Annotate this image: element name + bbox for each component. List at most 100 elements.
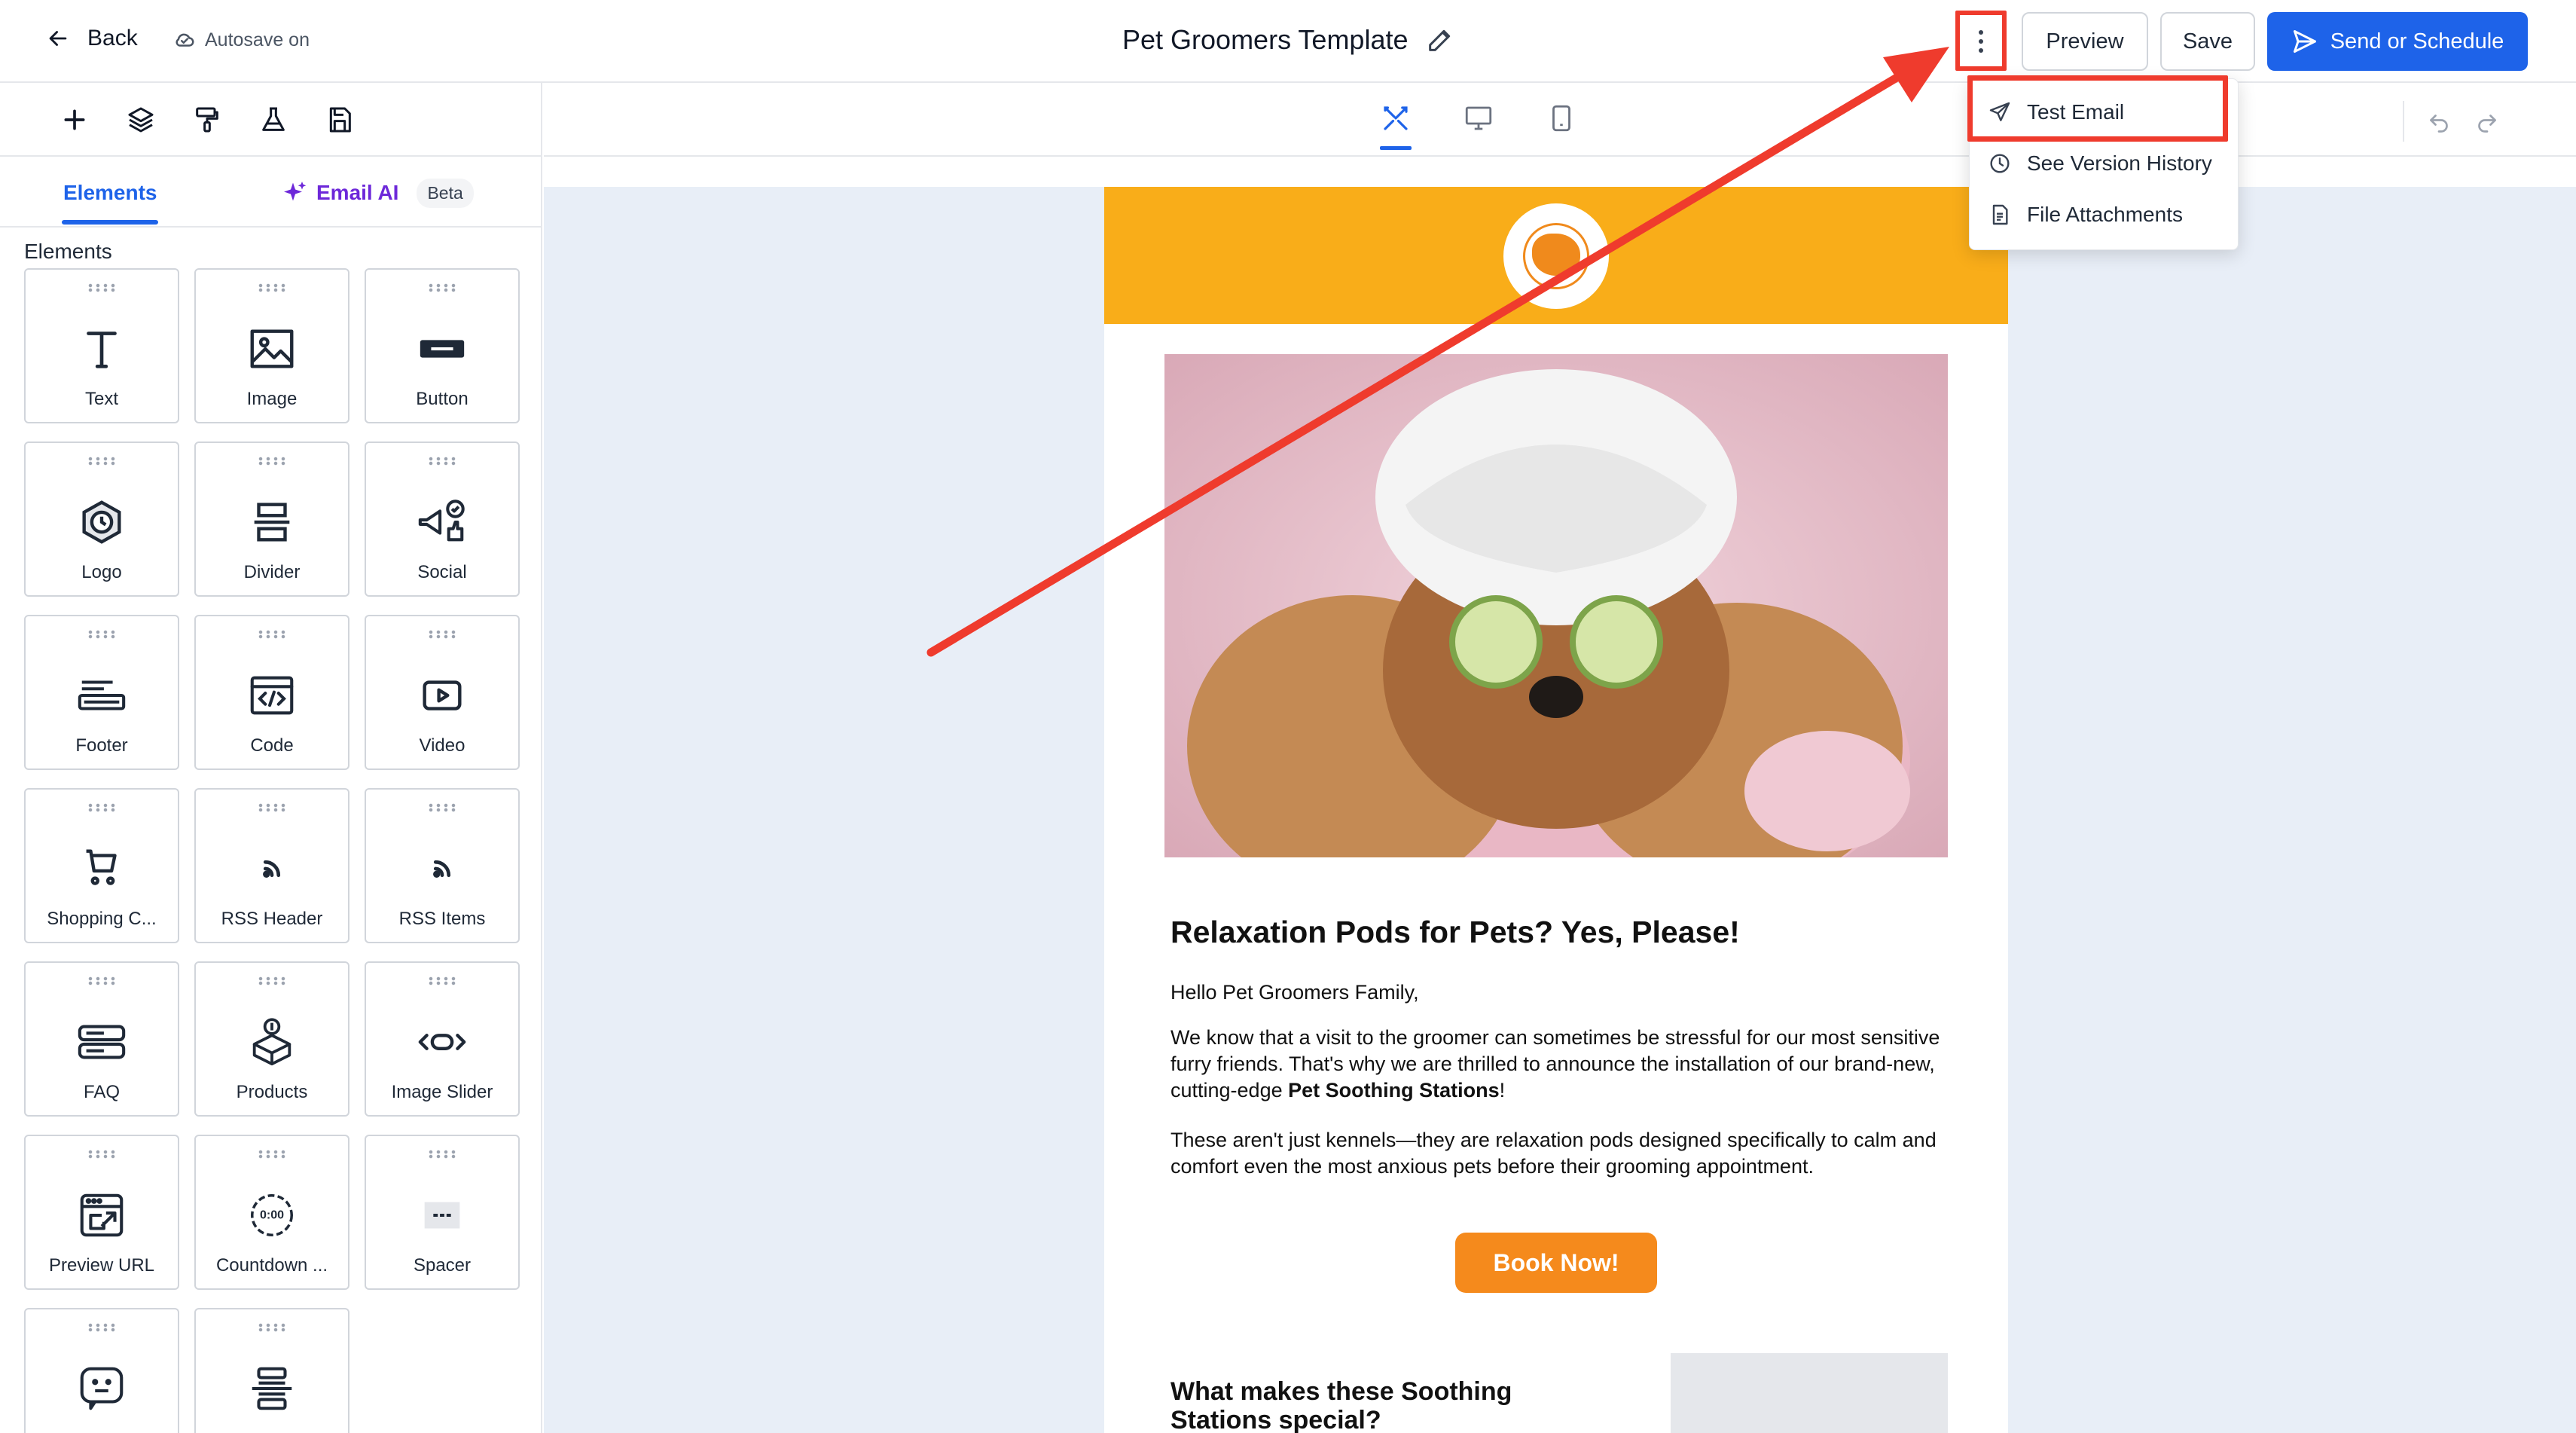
drag-handle-icon[interactable] xyxy=(257,630,287,639)
preview-button[interactable]: Preview xyxy=(2022,12,2148,71)
save-button[interactable]: Save xyxy=(2160,12,2255,71)
tab-elements[interactable]: Elements xyxy=(63,158,157,228)
email-greeting: Hello Pet Groomers Family, xyxy=(1170,981,1419,1004)
drag-handle-icon[interactable] xyxy=(427,803,457,812)
element-card-logo[interactable]: Logo xyxy=(24,442,179,597)
rss-icon xyxy=(240,842,304,895)
drag-handle-icon[interactable] xyxy=(87,1150,117,1159)
sidebar-toolbar xyxy=(0,83,541,157)
autosave-status: Autosave on xyxy=(173,29,310,51)
element-card-video[interactable]: Video xyxy=(365,615,520,770)
countdown-icon: 0:00 xyxy=(240,1189,304,1242)
element-card-social[interactable]: Social xyxy=(365,442,520,597)
element-label: Logo xyxy=(81,562,122,582)
element-label: Button xyxy=(416,389,469,409)
drag-handle-icon[interactable] xyxy=(427,630,457,639)
spacer-icon xyxy=(410,1189,475,1242)
social-icon xyxy=(410,496,475,548)
element-card-countdown[interactable]: 0:00 Countdown ... xyxy=(194,1135,349,1290)
send-label: Send or Schedule xyxy=(2330,29,2504,53)
redo-icon[interactable] xyxy=(2474,108,2501,135)
element-card-image[interactable]: Image xyxy=(194,268,349,423)
send-icon xyxy=(2293,30,2316,53)
history-icon xyxy=(1990,154,2010,173)
layers-icon[interactable] xyxy=(124,102,158,137)
drag-handle-icon[interactable] xyxy=(427,1150,457,1159)
send-or-schedule-button[interactable]: Send or Schedule xyxy=(2267,12,2528,71)
canvas-toolbar xyxy=(544,83,2576,157)
drag-handle-icon[interactable] xyxy=(257,283,287,292)
element-label: Spacer xyxy=(413,1255,472,1276)
book-now-button[interactable]: Book Now! xyxy=(1455,1233,1657,1293)
element-card-chat[interactable] xyxy=(24,1308,179,1433)
drag-handle-icon[interactable] xyxy=(257,1323,287,1332)
drag-handle-icon[interactable] xyxy=(87,1323,117,1332)
email-ai-label: Email AI xyxy=(316,181,399,204)
menu-item-file-attachments[interactable]: File Attachments xyxy=(1988,203,2183,227)
divider-icon xyxy=(240,496,304,548)
email-header-banner[interactable] xyxy=(1104,187,2008,324)
element-card-image-slider[interactable]: Image Slider xyxy=(365,961,520,1117)
secondary-image[interactable] xyxy=(1671,1353,1948,1433)
add-icon[interactable] xyxy=(57,102,92,137)
element-card-divider[interactable]: Divider xyxy=(194,442,349,597)
desktop-icon[interactable] xyxy=(1463,102,1497,137)
element-card-text[interactable]: Text xyxy=(24,268,179,423)
edit-tools-icon[interactable] xyxy=(1380,102,1415,137)
active-tab-indicator xyxy=(62,220,158,225)
arrow-left-icon xyxy=(49,31,67,46)
element-card-rss-header[interactable]: RSS Header xyxy=(194,788,349,943)
back-button[interactable]: Back xyxy=(45,26,138,51)
flask-icon[interactable] xyxy=(256,102,291,137)
top-bar: Back Autosave on Pet Groomers Template P… xyxy=(0,0,2576,83)
element-label: Countdown ... xyxy=(215,1255,328,1276)
element-card-shopping-cart[interactable]: Shopping C... xyxy=(24,788,179,943)
element-card-button[interactable]: Button xyxy=(365,268,520,423)
dog-training-logo[interactable] xyxy=(1503,203,1609,309)
element-card-faq[interactable]: FAQ xyxy=(24,961,179,1117)
drag-handle-icon[interactable] xyxy=(427,283,457,292)
drag-handle-icon[interactable] xyxy=(257,803,287,812)
kebab-highlight-box xyxy=(1955,11,2007,71)
element-card-footer[interactable]: Footer xyxy=(24,615,179,770)
drag-handle-icon[interactable] xyxy=(257,457,287,466)
save-icon[interactable] xyxy=(322,102,357,137)
drag-handle-icon[interactable] xyxy=(257,1150,287,1159)
element-label: Footer xyxy=(75,735,128,756)
element-card-spacer[interactable]: Spacer xyxy=(365,1135,520,1290)
para1-text: We know that a visit to the groomer can … xyxy=(1170,1026,1940,1101)
paint-roller-icon[interactable] xyxy=(190,102,224,137)
element-card-stack[interactable] xyxy=(194,1308,349,1433)
file-icon xyxy=(1992,204,2008,225)
element-card-code[interactable]: Code xyxy=(194,615,349,770)
drag-handle-icon[interactable] xyxy=(87,630,117,639)
drag-handle-icon[interactable] xyxy=(87,457,117,466)
video-icon xyxy=(410,669,475,722)
undo-icon[interactable] xyxy=(2425,108,2452,135)
elements-section-title: Elements xyxy=(24,240,112,263)
element-card-products[interactable]: Products xyxy=(194,961,349,1117)
drag-handle-icon[interactable] xyxy=(427,976,457,985)
mobile-icon[interactable] xyxy=(1546,102,1580,137)
element-card-rss-items[interactable]: RSS Items xyxy=(365,788,520,943)
drag-handle-icon[interactable] xyxy=(87,283,117,292)
undo-redo-group xyxy=(2403,101,2501,142)
email-preview: Relaxation Pods for Pets? Yes, Please! H… xyxy=(1104,187,2008,1433)
menu-item-version-history[interactable]: See Version History xyxy=(1988,151,2212,176)
pencil-icon[interactable] xyxy=(1425,25,1455,55)
drag-handle-icon[interactable] xyxy=(427,457,457,466)
image-icon xyxy=(240,322,304,375)
tab-email-ai[interactable]: Email AI Beta xyxy=(282,158,474,228)
autosave-label: Autosave on xyxy=(205,29,310,50)
element-card-preview-url[interactable]: Preview URL xyxy=(24,1135,179,1290)
template-title[interactable]: Pet Groomers Template xyxy=(1122,24,1455,56)
drag-handle-icon[interactable] xyxy=(87,803,117,812)
email-headline: Relaxation Pods for Pets? Yes, Please! xyxy=(1170,915,1740,949)
drag-handle-icon[interactable] xyxy=(257,976,287,985)
back-label: Back xyxy=(87,26,138,50)
drag-handle-icon[interactable] xyxy=(87,976,117,985)
element-label: FAQ xyxy=(83,1082,120,1102)
hero-image[interactable] xyxy=(1164,354,1948,857)
element-label: RSS Items xyxy=(398,909,486,929)
element-label: Image xyxy=(246,389,298,409)
